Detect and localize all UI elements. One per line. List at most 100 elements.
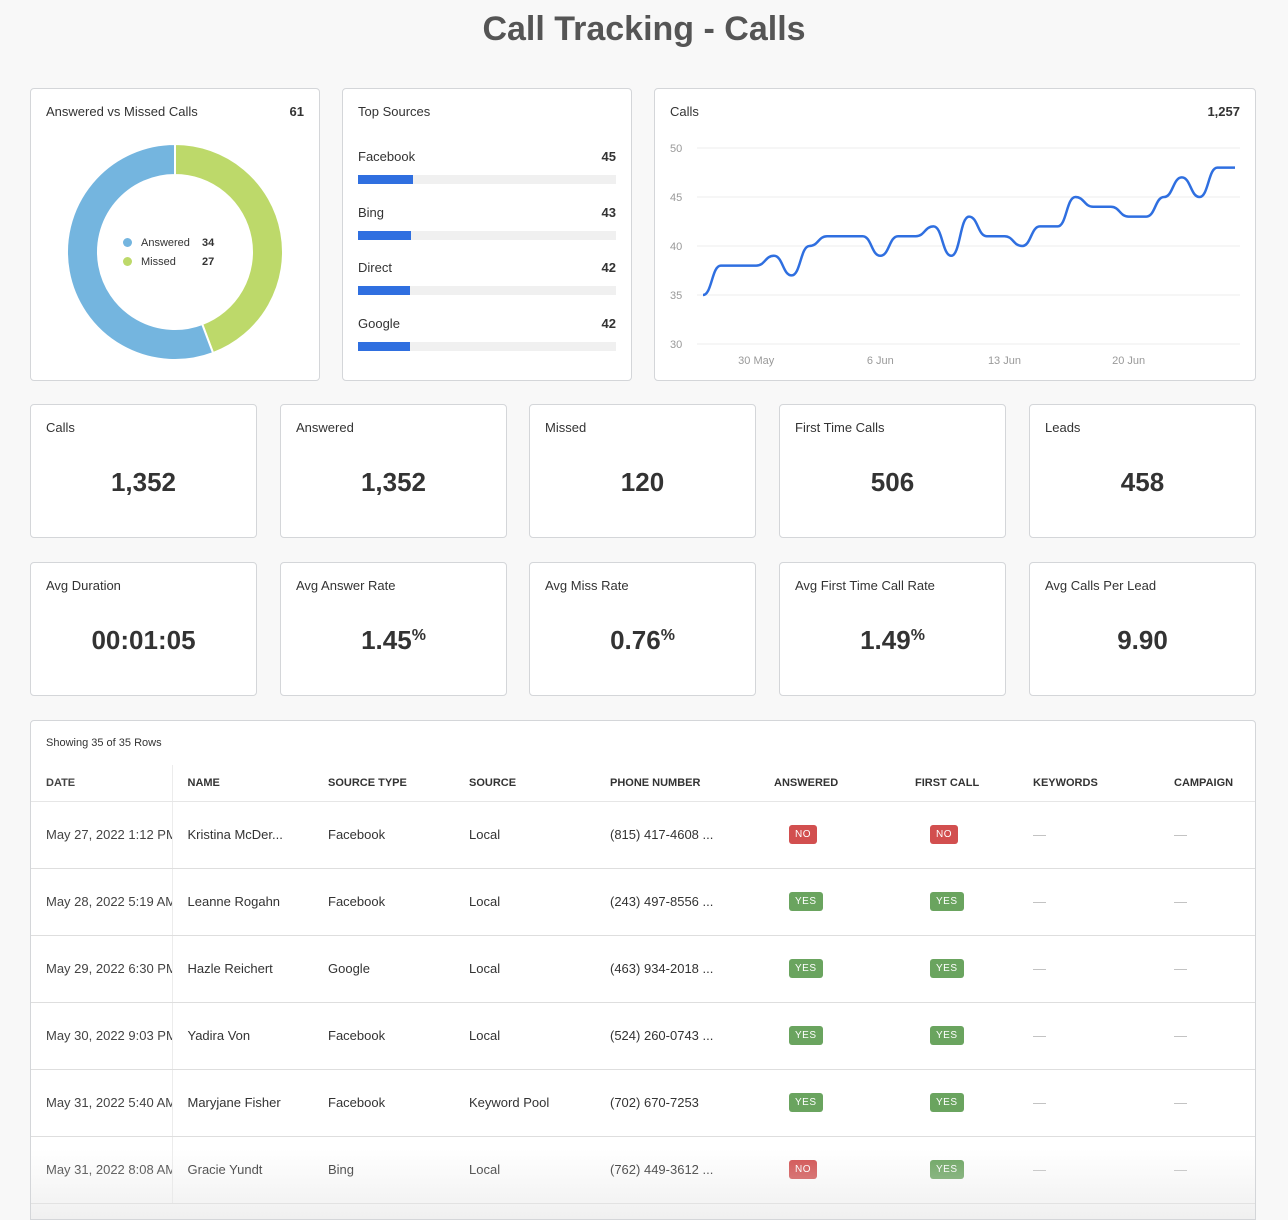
- stat-value: 1.45%: [361, 625, 426, 655]
- column-header-first-call[interactable]: FIRST CALL: [900, 765, 1018, 802]
- legend-item-missed[interactable]: Missed 27: [123, 252, 214, 271]
- data-point[interactable]: [945, 250, 957, 262]
- cell-source: Local: [454, 1002, 595, 1070]
- table-row[interactable]: May 30, 2022 9:03 PM Yadira Von Facebook Lo…: [31, 1002, 1255, 1070]
- cell-answered: YES: [759, 935, 900, 1003]
- data-point[interactable]: [1016, 240, 1028, 252]
- cell-date: May 31, 2022 5:40 AM: [31, 1069, 173, 1137]
- cell-source-type: Facebook: [313, 801, 454, 869]
- legend-label: Missed: [141, 255, 176, 268]
- data-point[interactable]: [874, 250, 886, 262]
- data-point[interactable]: [732, 260, 744, 272]
- data-point[interactable]: [857, 230, 869, 242]
- badge-yes: YES: [789, 959, 823, 978]
- y-tick-label: 30: [670, 339, 682, 351]
- data-point[interactable]: [963, 211, 975, 223]
- stat-card-missed: Missed 120: [529, 404, 756, 538]
- table-row[interactable]: May 28, 2022 5:19 AM Leanne Rogahn Faceboo…: [31, 868, 1255, 936]
- data-point[interactable]: [928, 220, 940, 232]
- data-point[interactable]: [892, 230, 904, 242]
- y-tick-label: 50: [670, 143, 682, 155]
- data-point[interactable]: [1087, 201, 1099, 213]
- cell-campaign: —: [1159, 1002, 1255, 1070]
- cell-phone-number: (463) 934-2018 ...: [595, 935, 759, 1003]
- empty-value: —: [1033, 961, 1046, 976]
- stat-label: Leads: [1045, 420, 1081, 435]
- card-title: Answered vs Missed Calls: [46, 104, 198, 119]
- stat-card-first-time-calls: First Time Calls 506: [779, 404, 1006, 538]
- empty-value: —: [1174, 1095, 1187, 1110]
- cell-source: Local: [454, 868, 595, 936]
- data-point[interactable]: [1229, 162, 1241, 174]
- legend-item-answered[interactable]: Answered 34: [123, 233, 214, 252]
- badge-yes: YES: [930, 1093, 964, 1112]
- badge-no: NO: [789, 1160, 817, 1179]
- data-point[interactable]: [821, 230, 833, 242]
- source-bar-track: [358, 231, 616, 240]
- stat-label: Avg Miss Rate: [545, 578, 629, 593]
- source-value: 45: [601, 149, 616, 164]
- table-row[interactable]: May 31, 2022 5:40 AM Maryjane Fisher Faceb…: [31, 1069, 1255, 1137]
- source-value: 42: [601, 316, 616, 331]
- table-row[interactable]: May 29, 2022 6:30 PM Hazle Reichert Google…: [31, 935, 1255, 1003]
- data-point[interactable]: [1069, 191, 1081, 203]
- source-label: Bing: [358, 205, 385, 220]
- badge-no: NO: [789, 825, 817, 844]
- column-header-source[interactable]: SOURCE: [454, 765, 595, 802]
- data-point[interactable]: [910, 230, 922, 242]
- data-point[interactable]: [1123, 211, 1135, 223]
- column-header-answered[interactable]: ANSWERED: [759, 765, 900, 802]
- column-header-phone-number[interactable]: PHONE NUMBER: [595, 765, 759, 802]
- legend-dot-icon: [123, 257, 132, 266]
- table-row[interactable]: May 27, 2022 1:12 PM Kristina McDer... Fac…: [31, 801, 1255, 869]
- data-point[interactable]: [981, 230, 993, 242]
- empty-value: —: [1174, 1162, 1187, 1177]
- answered-vs-missed-card: Answered vs Missed Calls 61 Answered 34 …: [30, 88, 320, 381]
- calls-table: DATE NAME SOURCE TYPE SOURCE PHONE NUMBE…: [31, 765, 1255, 1204]
- cell-campaign: —: [1159, 801, 1255, 869]
- data-point[interactable]: [998, 230, 1010, 242]
- column-header-campaign[interactable]: CAMPAIGN: [1159, 765, 1255, 802]
- data-point[interactable]: [1052, 220, 1064, 232]
- data-point[interactable]: [750, 260, 762, 272]
- column-header-keywords[interactable]: KEYWORDS: [1018, 765, 1159, 802]
- cell-source-type: Facebook: [313, 868, 454, 936]
- data-point[interactable]: [1194, 191, 1206, 203]
- empty-value: —: [1174, 894, 1187, 909]
- data-point[interactable]: [715, 260, 727, 272]
- badge-yes: YES: [789, 892, 823, 911]
- data-point[interactable]: [803, 240, 815, 252]
- column-header-name[interactable]: NAME: [172, 765, 313, 802]
- cell-source: Local: [454, 935, 595, 1003]
- stat-value: 1,352: [360, 467, 427, 497]
- cell-answered: NO: [759, 1136, 900, 1204]
- calls-series-line[interactable]: [702, 166, 1235, 297]
- column-header-source-type[interactable]: SOURCE TYPE: [313, 765, 454, 802]
- cell-name: Leanne Rogahn: [172, 868, 313, 936]
- source-bar-fill: [358, 231, 411, 240]
- data-point[interactable]: [1158, 191, 1170, 203]
- stat-value: 00:01:05: [91, 625, 196, 655]
- stat-value: 458: [1120, 467, 1165, 497]
- data-point[interactable]: [697, 289, 709, 301]
- data-point[interactable]: [1105, 201, 1117, 213]
- data-point[interactable]: [768, 250, 780, 262]
- empty-value: —: [1033, 1162, 1046, 1177]
- data-point[interactable]: [1176, 171, 1188, 183]
- stat-label: Avg Answer Rate: [296, 578, 396, 593]
- data-point[interactable]: [1034, 220, 1046, 232]
- data-point[interactable]: [839, 230, 851, 242]
- column-header-date[interactable]: DATE: [31, 765, 173, 802]
- stat-card-avg-miss-rate: Avg Miss Rate 0.76%: [529, 562, 756, 696]
- cell-name: Hazle Reichert: [172, 935, 313, 1003]
- cell-phone-number: (815) 417-4608 ...: [595, 801, 759, 869]
- badge-yes: YES: [789, 1093, 823, 1112]
- data-point[interactable]: [1140, 211, 1152, 223]
- data-point[interactable]: [1211, 162, 1223, 174]
- stat-card-calls: Calls 1,352: [30, 404, 257, 538]
- source-bar-fill: [358, 286, 410, 295]
- stat-label: Avg Duration: [46, 578, 121, 593]
- table-row[interactable]: May 31, 2022 8:08 AM Gracie Yundt Bing Loca…: [31, 1136, 1255, 1204]
- data-point[interactable]: [786, 269, 798, 281]
- source-bar-track: [358, 342, 616, 351]
